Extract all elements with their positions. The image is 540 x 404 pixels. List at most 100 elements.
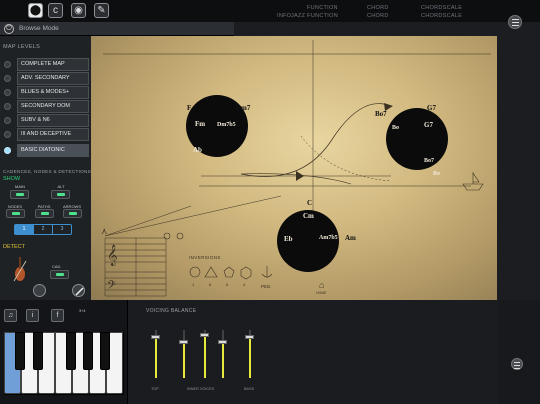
chord-fm[interactable]: Fm bbox=[195, 120, 205, 128]
map-level-dot[interactable] bbox=[4, 117, 11, 124]
chord-dm7[interactable]: Dm7 bbox=[236, 104, 250, 112]
f-icon[interactable]: f bbox=[51, 309, 64, 322]
violin-icon bbox=[13, 257, 27, 282]
piano-keyboard[interactable] bbox=[4, 332, 124, 395]
chord-c[interactable]: C bbox=[307, 199, 312, 207]
main-label: MAIN bbox=[15, 184, 25, 189]
piano-key-c-sharp[interactable] bbox=[15, 332, 25, 370]
segment-2[interactable]: 2 bbox=[34, 225, 53, 234]
arrows-label: ARROWS bbox=[63, 204, 81, 209]
segment-control[interactable]: 1 2 3 bbox=[14, 224, 72, 235]
chord-bo-bottom[interactable]: Bo bbox=[433, 171, 440, 177]
power-icon[interactable]: ⏻ bbox=[4, 24, 14, 34]
header-chord: CHORD bbox=[367, 5, 389, 11]
fader-label-inner: INNER VOICES bbox=[187, 387, 215, 391]
fader-fill-inner3 bbox=[222, 342, 224, 378]
home-icon[interactable]: ⌂ bbox=[319, 280, 324, 290]
fader-top[interactable] bbox=[151, 335, 160, 340]
map-lines: 𝄞 𝄢 1 6 6 4 bbox=[103, 40, 491, 297]
map-level-subv-n6[interactable]: SUBV & N6 bbox=[17, 114, 89, 127]
menu-icon[interactable] bbox=[508, 15, 522, 29]
nodes-toggle[interactable] bbox=[6, 209, 25, 218]
map-level-dot-active[interactable] bbox=[4, 147, 11, 154]
ped-label: PED. bbox=[261, 284, 272, 289]
fader-fill-inner2 bbox=[204, 334, 206, 378]
fader-fill-inner1 bbox=[183, 342, 185, 378]
map-level-dot[interactable] bbox=[4, 61, 11, 68]
chord-g7[interactable]: G7 bbox=[424, 121, 433, 129]
wrench-icon[interactable]: ✎ bbox=[94, 3, 109, 18]
map-level-iii-deceptive[interactable]: III AND DECEPTIVE bbox=[17, 128, 89, 141]
main-toggle[interactable] bbox=[10, 190, 29, 199]
info-icon[interactable]: i bbox=[26, 309, 39, 322]
map-level-adv-secondary[interactable]: ADV. SECONDARY bbox=[17, 72, 89, 85]
map-level-dot[interactable] bbox=[4, 131, 11, 138]
keyboard-mode-label: 3+4 bbox=[79, 309, 86, 313]
cadences-title: CADENCES, NODES & DETECTIONS bbox=[3, 169, 92, 174]
chord-bo7-top[interactable]: Bo7 bbox=[375, 110, 387, 118]
browse-bar: ⏻ Browse Mode bbox=[0, 22, 234, 36]
header-chordscale: CHORDSCALE bbox=[421, 5, 463, 11]
cad-toggle[interactable] bbox=[50, 270, 69, 279]
paths-label: PATHS bbox=[37, 204, 51, 209]
music-note-icon[interactable]: ♫ bbox=[4, 309, 17, 322]
svg-text:1: 1 bbox=[192, 282, 195, 287]
harmony-map[interactable]: 𝄞 𝄢 1 6 6 4 F Dm7 Fm Dm7b5 Ab Bo7 G7 Bo … bbox=[91, 36, 497, 300]
map-level-basic-diatonic[interactable]: BASIC DIATONIC bbox=[17, 144, 89, 157]
menu-icon-bottom[interactable] bbox=[511, 358, 523, 370]
map-level-dot[interactable] bbox=[4, 75, 11, 82]
chord-am[interactable]: Am bbox=[345, 234, 356, 242]
c-icon[interactable]: c bbox=[48, 3, 63, 18]
map-level-secondary-dom[interactable]: SECONDARY DOM bbox=[17, 100, 89, 113]
show-title: SHOW bbox=[3, 176, 21, 182]
piano-key-a-sharp[interactable] bbox=[100, 332, 110, 370]
segment-3[interactable]: 3 bbox=[53, 225, 71, 234]
fader-fill-bass bbox=[249, 337, 251, 378]
knob-1[interactable] bbox=[33, 284, 46, 297]
piano-key-f-sharp[interactable] bbox=[66, 332, 76, 370]
piano-key-g-sharp[interactable] bbox=[83, 332, 93, 370]
fader-inner1[interactable] bbox=[179, 340, 188, 344]
map-level-blues-modes[interactable]: BLUES & MODES+ bbox=[17, 86, 89, 99]
chord-ab[interactable]: Ab bbox=[193, 146, 202, 154]
header-function: FUNCTION bbox=[307, 5, 338, 11]
record-icon[interactable]: ◉ bbox=[71, 3, 86, 18]
chord-am7b5[interactable]: Am7b5 bbox=[319, 235, 338, 241]
svg-text:𝄞: 𝄞 bbox=[107, 245, 118, 266]
fader-bass[interactable] bbox=[245, 335, 254, 340]
chord-f[interactable]: F bbox=[187, 104, 191, 112]
svg-text:𝄢: 𝄢 bbox=[107, 279, 116, 295]
piano-key-d-sharp[interactable] bbox=[33, 332, 43, 370]
paths-toggle[interactable] bbox=[35, 209, 54, 218]
header-chordscale-2: CHORDSCALE bbox=[421, 13, 463, 19]
home-label: HOME bbox=[316, 291, 327, 295]
fader-inner3[interactable] bbox=[218, 340, 227, 344]
header-info: INFO bbox=[277, 13, 292, 19]
compass-icon: ⋏ bbox=[101, 226, 108, 236]
alt-toggle[interactable] bbox=[51, 190, 70, 199]
chord-bo-inner[interactable]: Bo bbox=[392, 125, 399, 131]
map-level-dot[interactable] bbox=[4, 89, 11, 96]
inversions-label: INVERSIONS bbox=[189, 255, 221, 260]
nodes-label: NODES bbox=[7, 204, 23, 209]
header-jazz-function: JAZZ FUNCTION bbox=[291, 13, 338, 19]
right-column bbox=[497, 36, 540, 300]
chord-g7-label[interactable]: G7 bbox=[427, 104, 436, 112]
map-levels-title: MAP LEVELS bbox=[3, 44, 41, 50]
browse-mode-label: Browse Mode bbox=[19, 25, 59, 32]
map-level-complete-map[interactable]: COMPLETE MAP bbox=[17, 58, 89, 71]
arrows-toggle[interactable] bbox=[63, 209, 82, 218]
voicing-balance-title: VOICING BALANCE bbox=[146, 308, 197, 314]
location-pin-icon[interactable]: ⬤ bbox=[28, 3, 43, 18]
detect-title: DETECT bbox=[3, 244, 25, 250]
segment-1[interactable]: 1 bbox=[15, 225, 34, 234]
fader-inner2[interactable] bbox=[200, 332, 209, 337]
chord-dm7b5[interactable]: Dm7b5 bbox=[217, 122, 236, 128]
chord-eb[interactable]: Eb bbox=[284, 235, 293, 243]
chord-bo7-bottom[interactable]: Bo7 bbox=[424, 158, 434, 164]
map-level-dot[interactable] bbox=[4, 103, 11, 110]
chord-cm[interactable]: Cm bbox=[303, 212, 314, 220]
cad-label: CAD. bbox=[52, 264, 62, 269]
pencil-icon[interactable] bbox=[72, 284, 85, 297]
fader-fill-top bbox=[155, 337, 157, 378]
